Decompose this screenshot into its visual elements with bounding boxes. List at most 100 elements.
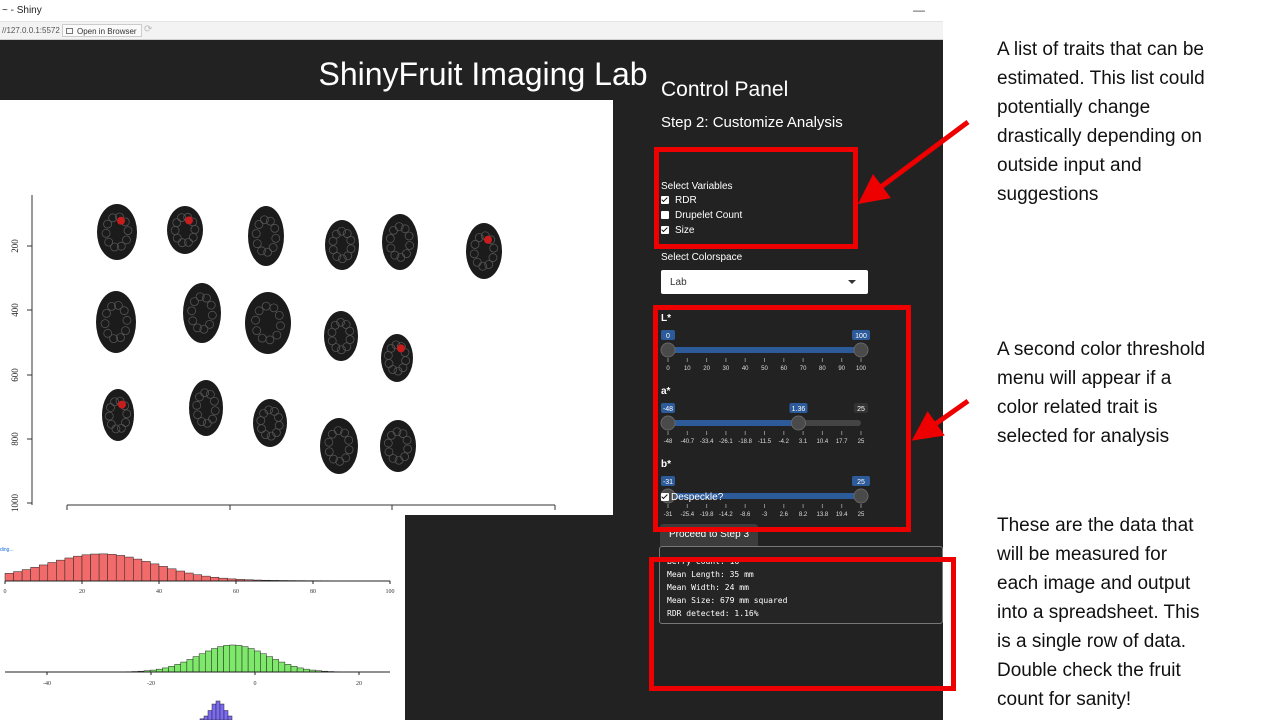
berry (325, 220, 359, 270)
histogram-bar (266, 656, 273, 673)
browser-icon (66, 28, 73, 34)
histogram-bar (229, 644, 237, 673)
step-title: Step 2: Customize Analysis (661, 114, 843, 131)
berry (189, 380, 223, 436)
histogram-bar (141, 561, 151, 582)
histogram-bar (47, 562, 57, 582)
berry-image-plot: 0500100015002004006008001000 (0, 100, 613, 515)
berry (380, 420, 416, 472)
histogram-bar (167, 568, 177, 582)
histogram-bar (64, 557, 74, 582)
chevron-down-icon (848, 280, 856, 284)
slide: ~ - Shiny — //127.0.0.1:5572 Open in Bro… (0, 0, 1280, 720)
callout-box-traits (654, 147, 858, 249)
window-titlebar: ~ - Shiny — (0, 0, 943, 22)
annotation-line: A list of traits that can be (997, 39, 1204, 60)
histogram-bar (107, 554, 117, 582)
histogram-bar (203, 715, 209, 720)
histogram-bar (227, 715, 233, 720)
histogram-panel: ding... 0 20 40 60 80 100 -40 -20 0 20 (0, 515, 405, 720)
colorspace-label: Select Colorspace (661, 252, 743, 263)
histogram-bar (211, 648, 218, 673)
histogram-bar (13, 571, 23, 582)
histogram-bar (205, 650, 212, 673)
histogram-tick-label: -40 (43, 681, 51, 687)
histogram-bar (284, 664, 292, 673)
histogram-bar (174, 664, 181, 673)
annotation-traits: A list of traits that can be estimated. … (997, 35, 1267, 209)
histogram-bar (162, 667, 169, 673)
histogram-bar (133, 558, 143, 582)
y-tick-label: 600 (10, 368, 20, 382)
histogram-bar (272, 659, 279, 673)
annotation-line: potentially change (997, 97, 1151, 118)
histogram-bar (260, 653, 267, 673)
histogram-bar (296, 667, 304, 673)
histogram-bar (278, 661, 286, 673)
berry (102, 389, 134, 441)
histogram-tick-label: 20 (79, 589, 85, 595)
histogram-bar (158, 566, 168, 582)
berry (466, 223, 502, 279)
annotation-thresholds: A second color threshold menu will appea… (997, 335, 1267, 451)
y-tick-label: 400 (10, 303, 20, 317)
y-tick-label: 800 (10, 432, 20, 446)
histogram-bar (207, 710, 213, 720)
colorspace-select[interactable]: Lab (661, 270, 868, 294)
berry (253, 399, 287, 447)
histogram-bar (210, 577, 220, 582)
annotation-line: count for sanity! (997, 689, 1132, 710)
status-text: ding... (0, 547, 14, 553)
red-drupelet-mark (185, 216, 193, 225)
histogram-svg: ding... 0 20 40 60 80 100 -40 -20 0 20 (0, 547, 395, 720)
minimize-icon[interactable]: — (913, 3, 925, 17)
berry (320, 418, 358, 474)
berry (183, 283, 221, 343)
histogram-bar (223, 710, 229, 720)
annotation-line: These are the data that (997, 515, 1194, 536)
histogram-bar (73, 555, 83, 582)
histogram-bar (217, 646, 224, 673)
open-in-browser-button[interactable]: Open in Browser (62, 24, 142, 37)
histogram-bar (150, 563, 160, 582)
red-drupelet-mark (118, 400, 126, 409)
histogram-bar (235, 645, 243, 673)
annotation-line: is a single row of data. (997, 631, 1187, 652)
histogram-bar (192, 656, 200, 673)
histogram-bar (254, 650, 261, 673)
annotation-line: will be measured for (997, 544, 1168, 565)
refresh-icon[interactable]: ⟳ (144, 24, 152, 35)
address-bar: //127.0.0.1:5572 Open in Browser ⟳ (0, 22, 943, 40)
berry-body (97, 204, 137, 260)
control-panel-title: Control Panel (661, 78, 789, 101)
histogram-bar (175, 570, 185, 582)
histogram-tick-label: 20 (356, 681, 362, 687)
histogram-tick-label: 40 (156, 589, 162, 595)
histogram-bar (211, 703, 217, 720)
histogram-bar (168, 666, 175, 673)
histogram-bar (90, 553, 100, 582)
histogram-bar (38, 564, 49, 582)
histogram-bar (247, 648, 255, 673)
red-drupelet-mark (484, 235, 492, 244)
histogram-bar (98, 553, 108, 582)
berry-body (245, 292, 291, 354)
berry-body (96, 291, 136, 353)
y-tick-label: 1000 (10, 494, 20, 513)
histogram-tick-label: 0 (254, 681, 257, 687)
histogram-bar (56, 559, 66, 582)
berry (381, 334, 413, 382)
y-tick-label: 200 (10, 239, 20, 253)
histogram-bar (219, 703, 225, 720)
annotation-line: Double check the fruit (997, 660, 1181, 681)
histogram-bar (198, 653, 206, 673)
colorspace-value: Lab (670, 277, 687, 288)
histogram-bar (115, 555, 126, 582)
url-text: //127.0.0.1:5572 (2, 26, 60, 35)
annotation-line: suggestions (997, 184, 1099, 205)
berry-body (102, 389, 134, 441)
histogram-bar (215, 700, 221, 720)
annotation-line: selected for analysis (997, 426, 1170, 447)
berry (382, 214, 418, 270)
berry (96, 291, 136, 353)
